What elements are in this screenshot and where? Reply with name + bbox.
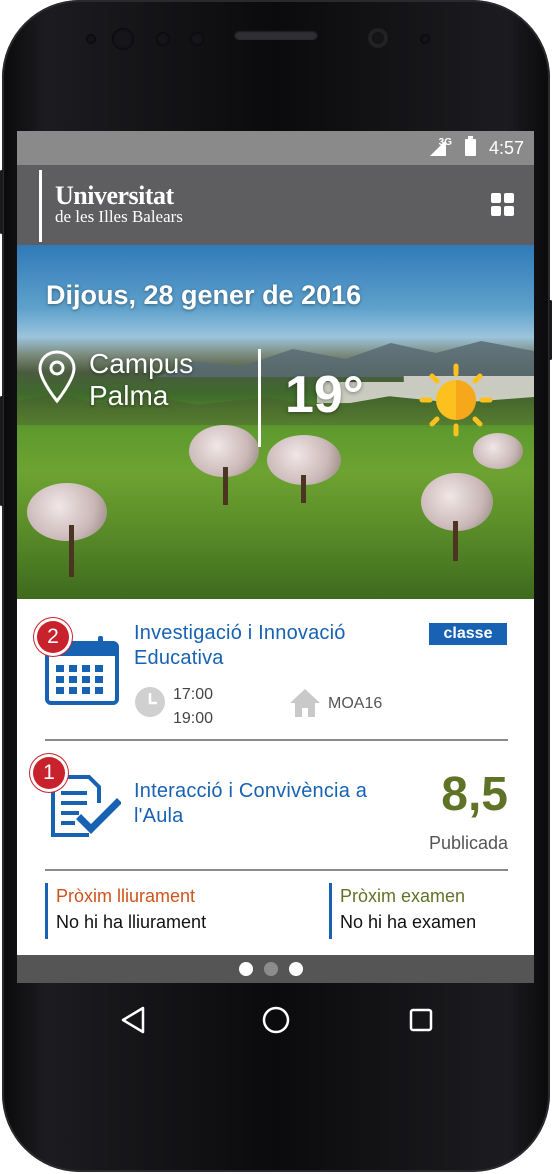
iris-sensor	[112, 28, 134, 50]
system-navigation-bar	[72, 988, 480, 1052]
status-bar: 3G 4:57	[17, 131, 534, 165]
start-time: 17:00	[173, 686, 214, 703]
phone-device: 3G 4:57 Universitat de les Illes Balears	[0, 0, 552, 1174]
next-exam-label: Pròxim examen	[340, 886, 466, 906]
grade-status: Publicada	[428, 833, 508, 853]
page-dot-active[interactable]	[264, 962, 278, 976]
clock-time: 4:57	[488, 138, 524, 158]
home-icon	[290, 689, 320, 717]
next-exam-value: No hi ha examen	[340, 912, 477, 932]
almond-tree	[473, 433, 523, 469]
back-icon[interactable]	[115, 1002, 151, 1038]
grade-card[interactable]: 1 Interacció i Convivència a l'Aula 8,5 …	[33, 741, 508, 871]
bixby-button	[0, 396, 3, 506]
next-delivery-label: Pròxim lliurament	[56, 886, 196, 906]
sun-icon	[419, 363, 493, 437]
class-title[interactable]: Investigació i Innovació Educativa	[134, 621, 346, 671]
front-camera	[368, 28, 388, 48]
grid-menu-icon[interactable]	[491, 193, 515, 217]
light-sensor	[156, 32, 170, 46]
current-date: Dijous, 28 gener de 2016	[46, 280, 362, 310]
clock-icon	[135, 687, 165, 717]
campus-line1: Campus	[89, 348, 194, 379]
class-times: 17:00 19:00	[173, 683, 213, 731]
volume-button	[0, 170, 3, 234]
earpiece-speaker	[234, 30, 318, 40]
grade-title-line2: l'Aula	[134, 805, 184, 827]
class-tag: classe	[429, 623, 507, 645]
hero-divider	[258, 349, 261, 447]
campus-hero: Dijous, 28 gener de 2016 Campus Palma 19…	[17, 245, 534, 599]
almond-tree	[27, 483, 107, 541]
home-circle-icon[interactable]	[258, 1002, 294, 1038]
logo-subtitle: de les Illes Balears	[55, 207, 183, 226]
tree-trunk	[69, 525, 74, 577]
page-indicator	[17, 955, 534, 983]
tree-trunk	[223, 467, 228, 505]
end-time: 19:00	[173, 710, 214, 727]
recents-icon[interactable]	[403, 1002, 439, 1038]
tree-trunk	[453, 521, 458, 561]
temperature: 19°	[285, 366, 364, 424]
class-title-line2: Educativa	[134, 647, 224, 669]
grade-course-title[interactable]: Interacció i Convivència a l'Aula	[134, 779, 367, 829]
notification-badge: 1	[33, 757, 65, 789]
tree-trunk	[301, 475, 306, 503]
battery-icon	[465, 136, 476, 156]
classroom: MOA16	[328, 695, 383, 712]
screen: 3G 4:57 Universitat de les Illes Balears	[17, 131, 534, 983]
notification-badge: 2	[37, 621, 69, 653]
app-bar: Universitat de les Illes Balears	[17, 165, 534, 245]
ir-sensor	[190, 32, 204, 46]
class-card[interactable]: 2 Investigació i Innovació Educativa cla…	[37, 599, 508, 741]
campus-name: Campus Palma	[89, 348, 193, 412]
logo-rule	[39, 170, 42, 242]
next-delivery[interactable]: Pròxim lliurament No hi ha lliurament	[45, 883, 326, 939]
next-delivery-value: No hi ha lliurament	[56, 912, 207, 932]
class-title-line1: Investigació i Innovació	[134, 622, 346, 644]
grade-value: 8,5	[441, 768, 508, 821]
proximity-sensor	[86, 34, 96, 44]
campus-line2: Palma	[89, 380, 169, 411]
page-dot[interactable]	[239, 962, 253, 976]
next-exam[interactable]: Pròxim examen No hi ha examen	[329, 883, 520, 939]
location-pin-icon	[38, 350, 76, 404]
signal-icon	[430, 140, 446, 156]
grade-title-line1: Interacció i Convivència a	[134, 780, 368, 802]
page-dot[interactable]	[289, 962, 303, 976]
camera-sensor	[420, 34, 430, 44]
dashboard-content: 2 Investigació i Innovació Educativa cla…	[17, 599, 534, 955]
